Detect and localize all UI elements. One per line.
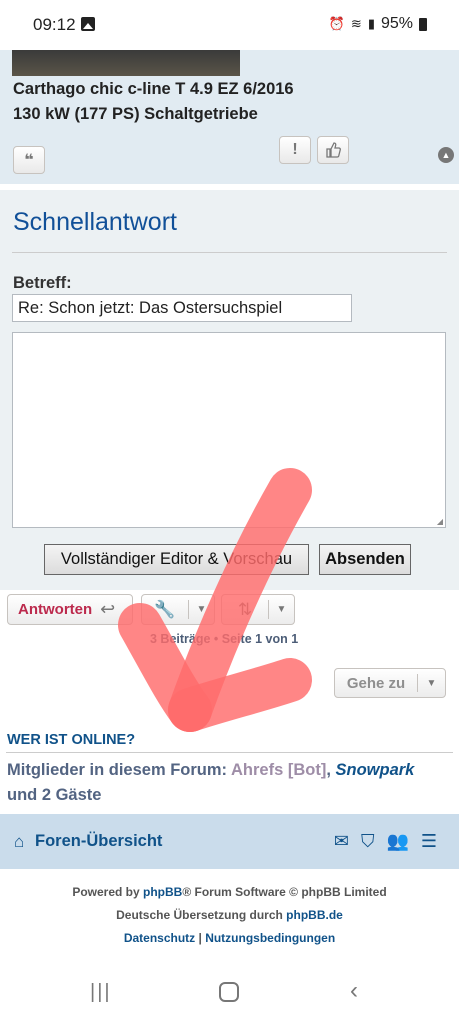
chevron-down-icon: ▼ bbox=[196, 604, 207, 615]
terms-link[interactable]: Nutzungsbedingungen bbox=[205, 931, 335, 945]
home-icon[interactable]: ⌂ bbox=[14, 832, 24, 852]
action-bar: Antworten ↩ 🔧 ▼ ⇅ ▼ 3 Beiträge • Seite 1… bbox=[0, 590, 459, 810]
envelope-icon[interactable]: ✉ bbox=[334, 831, 349, 852]
jump-to-button[interactable]: Gehe zu ▼ bbox=[334, 668, 446, 698]
nav-icons: ✉ ⛉ 👥 ☰ bbox=[334, 831, 437, 852]
powered-by-line: Powered by phpBB® Forum Software © phpBB… bbox=[0, 885, 459, 899]
quick-reply-title: Schnellantwort bbox=[13, 208, 177, 236]
back-icon[interactable]: ‹ bbox=[350, 977, 358, 1005]
sort-button[interactable]: ⇅ ▼ bbox=[221, 594, 295, 625]
quote-button[interactable]: ❝ bbox=[13, 146, 45, 174]
subject-label: Betreff: bbox=[13, 274, 72, 292]
battery-percent: 95% bbox=[380, 15, 413, 32]
forum-nav-bar: ⌂ Foren-Übersicht ✉ ⛉ 👥 ☰ bbox=[0, 814, 459, 869]
jump-label: Gehe zu bbox=[346, 674, 406, 692]
online-prefix: Mitglieder in diesem Forum: bbox=[7, 761, 231, 779]
online-suffix: und 2 Gäste bbox=[7, 786, 102, 804]
alarm-icon: ⏰ bbox=[328, 16, 345, 31]
online-users-text: Mitglieder in diesem Forum: Ahrefs [Bot]… bbox=[7, 758, 447, 808]
reply-label: Antworten bbox=[18, 601, 93, 618]
legal-separator: | bbox=[195, 931, 206, 945]
post-text-line: 130 kW (177 PS) Schaltgetriebe bbox=[13, 105, 258, 123]
battery-icon bbox=[419, 17, 427, 31]
who-is-online-heading[interactable]: WER IST ONLINE? bbox=[7, 732, 135, 748]
sort-icon: ⇅ bbox=[237, 599, 253, 619]
exclamation-icon: ! bbox=[292, 141, 298, 158]
menu-icon[interactable]: ☰ bbox=[421, 831, 437, 852]
signal-icon: ▮ bbox=[367, 16, 375, 31]
home-button-icon[interactable] bbox=[219, 982, 239, 1002]
divider bbox=[12, 252, 447, 253]
phpbb-link[interactable]: phpBB bbox=[143, 885, 182, 899]
status-bar: 09:12 ⏰ ≋ ▮ 95% bbox=[0, 0, 459, 50]
chevron-down-icon: ▼ bbox=[426, 677, 437, 689]
report-button[interactable]: ! bbox=[279, 136, 311, 164]
wifi-icon: ≋ bbox=[350, 16, 362, 31]
recent-apps-icon[interactable]: ||| bbox=[90, 981, 112, 1004]
phpbb-de-link[interactable]: phpBB.de bbox=[286, 908, 343, 922]
status-time: 09:12 bbox=[33, 15, 76, 34]
legal-links: Datenschutz | Nutzungsbedingungen bbox=[0, 931, 459, 945]
reply-arrow-icon: ↩ bbox=[100, 599, 116, 619]
topic-tools-button[interactable]: 🔧 ▼ bbox=[141, 594, 215, 625]
privacy-link[interactable]: Datenschutz bbox=[124, 931, 195, 945]
subject-input[interactable]: Re: Schon jetzt: Das Ostersuchspiel bbox=[12, 294, 352, 322]
post-image[interactable] bbox=[12, 50, 240, 76]
powered-suffix: ® Forum Software © phpBB Limited bbox=[182, 885, 387, 899]
message-textarea[interactable]: ◢ bbox=[12, 332, 446, 528]
like-button[interactable] bbox=[317, 136, 349, 164]
shield-icon[interactable]: ⛉ bbox=[361, 831, 375, 852]
submit-button[interactable]: Absenden bbox=[319, 544, 411, 575]
online-user-link[interactable]: Snowpark bbox=[336, 761, 415, 779]
reply-button[interactable]: Antworten ↩ bbox=[7, 594, 133, 625]
full-editor-button[interactable]: Vollständiger Editor & Vorschau bbox=[44, 544, 309, 575]
wrench-icon: 🔧 bbox=[154, 599, 176, 619]
chevron-down-icon: ▼ bbox=[276, 604, 287, 615]
divider bbox=[6, 752, 453, 753]
quick-reply-panel: Schnellantwort Betreff: Re: Schon jetzt:… bbox=[0, 190, 459, 590]
post-text-line: Carthago chic c-line T 4.9 EZ 6/2016 bbox=[13, 80, 294, 98]
resize-grip-icon[interactable]: ◢ bbox=[437, 517, 443, 526]
powered-prefix: Powered by bbox=[72, 885, 143, 899]
android-nav-bar: ||| ‹ bbox=[0, 959, 459, 1024]
online-bot-link[interactable]: Ahrefs [Bot] bbox=[231, 761, 326, 779]
image-notification-icon bbox=[81, 17, 95, 31]
status-right: ⏰ ≋ ▮ 95% bbox=[329, 15, 427, 33]
post-panel: Carthago chic c-line T 4.9 EZ 6/2016 130… bbox=[0, 50, 459, 184]
online-comma: , bbox=[326, 761, 336, 779]
quote-icon: ❝ bbox=[24, 152, 34, 169]
page-footer: Powered by phpBB® Forum Software © phpBB… bbox=[0, 869, 459, 959]
translation-prefix: Deutsche Übersetzung durch bbox=[116, 908, 287, 922]
thumbs-up-icon bbox=[326, 142, 341, 158]
translation-line: Deutsche Übersetzung durch phpBB.de bbox=[0, 908, 459, 922]
forum-index-link[interactable]: Foren-Übersicht bbox=[35, 832, 162, 851]
pagination-info: 3 Beiträge • Seite 1 von 1 bbox=[150, 632, 299, 646]
users-icon[interactable]: 👥 bbox=[386, 831, 408, 852]
back-to-top-icon[interactable]: ▲ bbox=[438, 147, 454, 163]
